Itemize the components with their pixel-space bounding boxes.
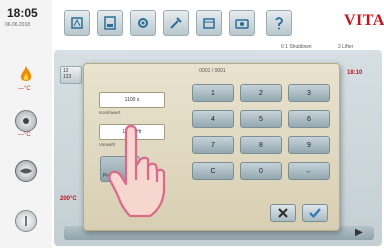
- close-icon: [278, 208, 288, 218]
- sidebar: 18:05 06.06.2018 —°C —°C: [0, 0, 52, 248]
- vacuum-temp-label: —°C: [18, 132, 31, 138]
- settings-icon[interactable]: [130, 10, 156, 36]
- key-2[interactable]: 2: [240, 84, 282, 102]
- key-8[interactable]: 8: [240, 136, 282, 154]
- confirm-button[interactable]: [302, 204, 328, 222]
- furnace-icon[interactable]: [97, 10, 123, 36]
- power-icon[interactable]: [15, 210, 37, 232]
- key-3[interactable]: 3: [288, 84, 330, 102]
- key-backspace[interactable]: ←: [288, 162, 330, 180]
- key-9[interactable]: 9: [288, 136, 330, 154]
- start-temperature: 200°C: [60, 196, 77, 202]
- combi-value-field[interactable]: 1100 s: [99, 92, 165, 108]
- key-0[interactable]: 0: [240, 162, 282, 180]
- key-4[interactable]: 4: [192, 110, 234, 128]
- key-6[interactable]: 6: [288, 110, 330, 128]
- vacuum-icon[interactable]: [15, 110, 37, 132]
- dialog-title: 0001 / 0001: [199, 68, 226, 74]
- program-slot-label: 12 123: [63, 68, 72, 80]
- key-7[interactable]: 7: [192, 136, 234, 154]
- touch-hand-icon: [108, 124, 166, 218]
- key-5[interactable]: 5: [240, 110, 282, 128]
- flame-icon[interactable]: [15, 64, 37, 86]
- calendar-icon[interactable]: [196, 10, 222, 36]
- help-icon[interactable]: [266, 10, 292, 36]
- key-clear[interactable]: C: [192, 162, 234, 180]
- camera-icon[interactable]: [229, 10, 255, 36]
- flame-temp-label: —°C: [18, 86, 31, 92]
- vita-logo: VITA: [344, 12, 384, 29]
- clock-date: 06.06.2018: [5, 22, 31, 28]
- clock-time: 18:05: [7, 6, 38, 20]
- cancel-button[interactable]: [270, 204, 296, 222]
- end-time: 18:10: [347, 70, 363, 76]
- top-toolbar: VITA: [52, 0, 384, 44]
- key-1[interactable]: 1: [192, 84, 234, 102]
- cooling-icon[interactable]: [15, 160, 37, 182]
- checkmark-icon: [309, 208, 321, 218]
- tools-icon[interactable]: [163, 10, 189, 36]
- combi-value-caption: Kombiwert: [99, 110, 121, 115]
- play-icon[interactable]: ▶: [355, 227, 363, 238]
- program-icon[interactable]: [64, 10, 90, 36]
